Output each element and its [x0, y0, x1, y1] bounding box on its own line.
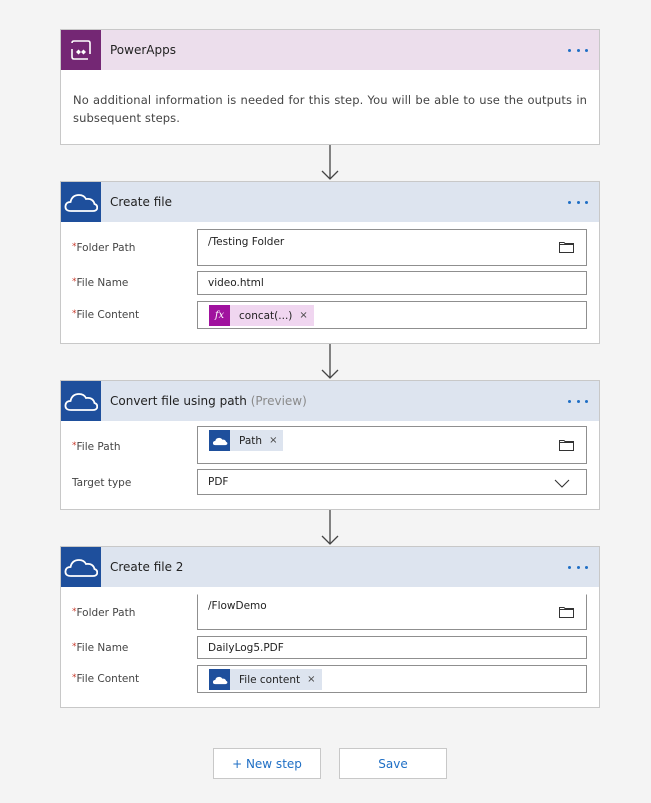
field-label: File Content — [76, 673, 140, 685]
dynamic-content-token[interactable]: Path × — [209, 430, 284, 451]
remove-token-icon[interactable]: × — [300, 674, 321, 685]
step-title: Create file 2 — [110, 560, 184, 574]
step-info-message: No additional information is needed for … — [73, 93, 587, 125]
field-target-type: Target type PDF — [61, 469, 599, 495]
field-file-content: *File Content File content × — [61, 665, 599, 693]
field-label: Folder Path — [76, 607, 136, 619]
target-type-select[interactable]: PDF — [197, 469, 587, 495]
field-label: Target type — [72, 477, 132, 489]
field-label: File Content — [76, 309, 140, 321]
expression-token[interactable]: fx concat(...) × — [209, 305, 314, 326]
powerapps-icon — [61, 30, 101, 70]
field-label: File Name — [76, 277, 129, 289]
new-step-button[interactable]: + New step — [213, 748, 321, 779]
folder-icon[interactable] — [559, 439, 574, 451]
more-options-icon[interactable] — [568, 394, 588, 408]
file-content-input[interactable]: File content × — [197, 665, 587, 693]
step-header[interactable]: Create file — [61, 182, 599, 222]
field-file-name: *File Name DailyLog5.PDF — [61, 636, 599, 660]
step-card-create-file: Create file *Folder Path /Testing Folder… — [60, 181, 600, 344]
folder-icon[interactable] — [559, 606, 574, 618]
file-name-input[interactable]: video.html — [197, 271, 587, 295]
save-button[interactable]: Save — [339, 748, 447, 779]
onedrive-icon — [209, 669, 230, 690]
preview-tag: (Preview) — [250, 394, 307, 408]
field-file-name: *File Name video.html — [61, 271, 599, 295]
connector-arrow-icon — [321, 510, 339, 545]
onedrive-icon — [209, 430, 230, 451]
folder-path-input[interactable]: /FlowDemo — [197, 594, 587, 630]
field-file-path: *File Path Path × — [61, 426, 599, 464]
step-card-convert-file: Convert file using path (Preview) *File … — [60, 380, 600, 510]
step-title: Convert file using path (Preview) — [110, 394, 307, 408]
more-options-icon[interactable] — [568, 195, 588, 209]
step-title: Create file — [110, 195, 172, 209]
file-path-input[interactable]: Path × — [197, 426, 587, 464]
fx-icon: fx — [209, 305, 230, 326]
field-file-content: *File Content fx concat(...) × — [61, 301, 599, 329]
file-content-input[interactable]: fx concat(...) × — [197, 301, 587, 329]
folder-icon[interactable] — [559, 241, 574, 253]
chevron-down-icon[interactable] — [554, 479, 570, 488]
field-label: File Path — [76, 441, 121, 453]
remove-token-icon[interactable]: × — [262, 435, 283, 446]
step-header[interactable]: Convert file using path (Preview) — [61, 381, 599, 421]
remove-token-icon[interactable]: × — [292, 310, 313, 321]
step-header[interactable]: PowerApps — [61, 30, 599, 70]
step-card-create-file-2: Create file 2 *Folder Path /FlowDemo *Fi… — [60, 546, 600, 708]
more-options-icon[interactable] — [568, 43, 588, 57]
field-label: File Name — [76, 642, 129, 654]
connector-arrow-icon — [321, 145, 339, 180]
step-card-powerapps: PowerApps No additional information is n… — [60, 29, 600, 145]
dynamic-content-token[interactable]: File content × — [209, 669, 322, 690]
connector-arrow-icon — [321, 344, 339, 379]
more-options-icon[interactable] — [568, 560, 588, 574]
onedrive-icon — [61, 182, 101, 222]
step-header[interactable]: Create file 2 — [61, 547, 599, 587]
field-folder-path: *Folder Path /FlowDemo — [61, 594, 599, 632]
field-folder-path: *Folder Path /Testing Folder — [61, 229, 599, 267]
folder-path-input[interactable]: /Testing Folder — [197, 229, 587, 266]
onedrive-icon — [61, 547, 101, 587]
onedrive-icon — [61, 381, 101, 421]
step-title: PowerApps — [110, 43, 176, 57]
field-label: Folder Path — [76, 242, 136, 254]
file-name-input[interactable]: DailyLog5.PDF — [197, 636, 587, 659]
